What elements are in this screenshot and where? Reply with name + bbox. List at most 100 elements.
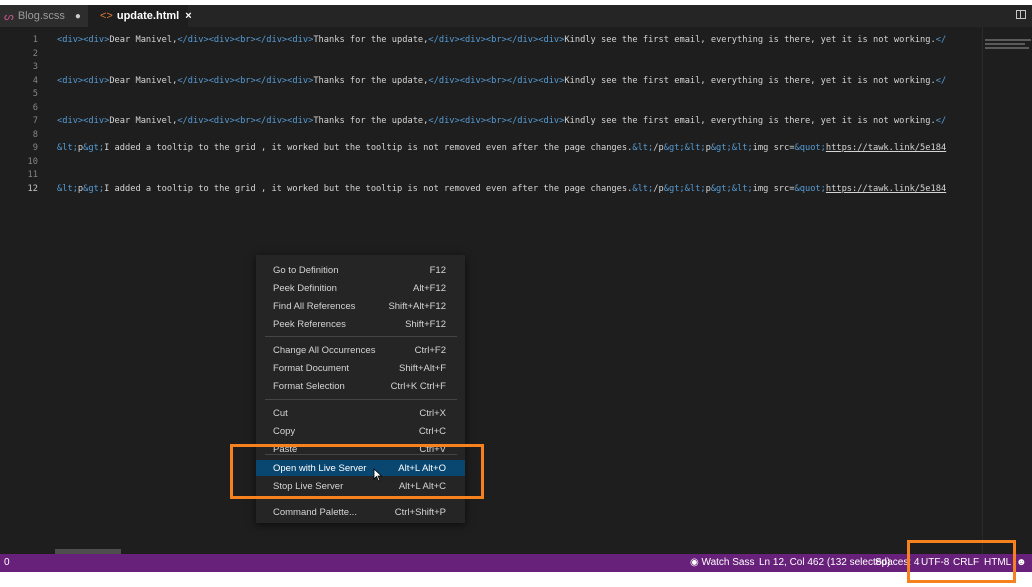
code-token: Thanks for the update, bbox=[313, 75, 429, 86]
code-token: &gt; bbox=[83, 183, 105, 194]
code-line[interactable]: 6 bbox=[0, 102, 982, 115]
code-line[interactable]: 2 bbox=[0, 48, 982, 61]
mouse-pointer-icon bbox=[373, 468, 383, 482]
line-code: &lt;p&gt;I added a tooltip to the grid ,… bbox=[57, 142, 946, 155]
menu-item-peek-references[interactable]: Peek References Shift+F12 bbox=[256, 316, 465, 332]
code-token: &lt; bbox=[57, 143, 78, 153]
menu-item-shortcut: Ctrl+F2 bbox=[414, 345, 446, 356]
code-token: Thanks for the update, bbox=[313, 116, 429, 126]
menu-item-label: Cut bbox=[273, 408, 288, 419]
line-number: 9 bbox=[32, 143, 38, 153]
code-token: </div><div><br></div><div> bbox=[428, 116, 565, 126]
menu-item-shortcut: Ctrl+X bbox=[419, 408, 446, 419]
tab-blog-scss[interactable]: ᔕ Blog.scss ● bbox=[0, 5, 88, 27]
eye-icon: ◉ bbox=[690, 557, 699, 568]
menu-item-format-selection[interactable]: Format Selection Ctrl+K Ctrl+F bbox=[256, 378, 465, 394]
menu-item-label: Copy bbox=[273, 426, 296, 437]
menu-item-label: Command Palette... bbox=[273, 507, 357, 518]
code-token: </div><div><br></div><div> bbox=[177, 116, 314, 126]
line-number: 6 bbox=[32, 102, 38, 113]
menu-item-cut[interactable]: Cut Ctrl+X bbox=[256, 405, 465, 421]
minimap-line bbox=[985, 43, 1025, 45]
minimap-line bbox=[985, 39, 1031, 41]
watch-sass-label: Watch Sass bbox=[701, 557, 755, 568]
line-number: 4 bbox=[32, 75, 38, 86]
menu-separator bbox=[265, 336, 457, 337]
menu-item-format-document[interactable]: Format Document Shift+Alt+F bbox=[256, 360, 465, 376]
menu-item-copy[interactable]: Copy Ctrl+C bbox=[256, 423, 465, 439]
menu-separator bbox=[265, 399, 457, 400]
tab-update-html[interactable]: <> update.html × bbox=[88, 5, 192, 27]
menu-item-find-all-references[interactable]: Find All References Shift+Alt+F12 bbox=[256, 298, 465, 314]
line-code: <div><div>Dear Manivel,</div><div><br></… bbox=[57, 115, 946, 128]
code-line[interactable]: 9 &lt;p&gt;I added a tooltip to the grid … bbox=[0, 142, 982, 155]
vscode-window: ᔕ Blog.scss ● <> update.html × 1 <div><di… bbox=[0, 5, 1032, 572]
code-token[interactable]: https://tawk.link/5e184 bbox=[826, 184, 946, 194]
code-token[interactable]: https://tawk.link/5e184 bbox=[826, 143, 946, 153]
tab-label: Blog.scss bbox=[17, 10, 65, 22]
minimap[interactable] bbox=[982, 27, 1032, 554]
menu-item-label: Peek Definition bbox=[273, 283, 337, 294]
code-token: </div><div><br></div><div> bbox=[428, 75, 565, 86]
code-token: </div><div><br></div><div> bbox=[428, 35, 565, 45]
menu-item-label: Peek References bbox=[273, 319, 346, 330]
line-number: 5 bbox=[32, 89, 38, 99]
cursor-position[interactable]: Ln 12, Col 462 (132 selected) bbox=[759, 557, 890, 568]
menu-item-label: Go to Definition bbox=[273, 265, 339, 276]
code-token: <div><div> bbox=[57, 35, 110, 45]
code-line[interactable]: 4 <div><div>Dear Manivel,</div><div><br><… bbox=[0, 75, 982, 88]
code-token: &gt;&lt; bbox=[663, 183, 706, 194]
status-bar: 0 ◉ Watch Sass Ln 12, Col 462 (132 selec… bbox=[0, 554, 1032, 572]
code-token: </div><div><br></div><div> bbox=[177, 35, 314, 45]
code-token: /p bbox=[653, 183, 664, 194]
code-token: Kindly see the first email, everything i… bbox=[564, 75, 936, 86]
menu-item-go-to-definition[interactable]: Go to Definition F12 bbox=[256, 262, 465, 278]
code-token: I added a tooltip to the grid , it worke… bbox=[104, 143, 633, 153]
code-line[interactable]: 11 bbox=[0, 169, 982, 182]
menu-item-shortcut: F12 bbox=[429, 265, 446, 276]
line-number: 12 bbox=[27, 183, 38, 194]
menu-item-peek-definition[interactable]: Peek Definition Alt+F12 bbox=[256, 280, 465, 296]
code-token: Kindly see the first email, everything i… bbox=[564, 35, 936, 45]
menu-item-shortcut: Alt+F12 bbox=[412, 283, 446, 294]
line-number: 1 bbox=[32, 35, 38, 45]
watch-sass-button[interactable]: ◉ Watch Sass bbox=[690, 557, 755, 568]
line-number: 2 bbox=[32, 48, 38, 59]
code-token: <div><div> bbox=[57, 75, 110, 86]
code-token: </div><div><br></div><div> bbox=[177, 75, 314, 86]
code-line[interactable]: 5 bbox=[0, 88, 982, 101]
code-token: </ bbox=[935, 75, 947, 86]
code-line[interactable]: 7 <div><div>Dear Manivel,</div><div><br><… bbox=[0, 115, 982, 128]
code-token: I added a tooltip to the grid , it worke… bbox=[104, 183, 633, 194]
line-code: <div><div>Dear Manivel,</div><div><br></… bbox=[57, 75, 946, 88]
line-number: 7 bbox=[32, 116, 38, 126]
menu-item-shortcut: Ctrl+C bbox=[418, 426, 446, 437]
status-highlight-box bbox=[907, 540, 1016, 583]
close-tab-icon[interactable]: × bbox=[185, 10, 191, 22]
menu-item-change-all-occurrences[interactable]: Change All Occurrences Ctrl+F2 bbox=[256, 342, 465, 358]
code-line[interactable]: 1 <div><div>Dear Manivel,</div><div><br><… bbox=[0, 34, 982, 47]
split-editor-icon[interactable] bbox=[1016, 10, 1026, 19]
code-editor[interactable]: 1 <div><div>Dear Manivel,</div><div><br><… bbox=[0, 27, 982, 554]
code-token: Dear Manivel, bbox=[109, 116, 178, 126]
sass-file-icon: ᔕ bbox=[4, 10, 14, 23]
menu-item-shortcut: Ctrl+K Ctrl+F bbox=[390, 381, 446, 392]
menu-item-label: Find All References bbox=[273, 301, 356, 312]
code-line[interactable]: 3 bbox=[0, 61, 982, 74]
minimap-line bbox=[985, 47, 1029, 49]
code-line[interactable]: 8 bbox=[0, 129, 982, 142]
status-left-text[interactable]: 0 bbox=[4, 557, 10, 568]
code-token: /p bbox=[653, 143, 664, 153]
menu-item-label: Format Document bbox=[273, 363, 350, 374]
code-token: Dear Manivel, bbox=[109, 75, 178, 86]
code-token: </ bbox=[935, 116, 947, 126]
code-token: &lt; bbox=[632, 183, 654, 194]
code-token: img src= bbox=[752, 143, 795, 153]
menu-item-label: Format Selection bbox=[273, 381, 345, 392]
smiley-icon[interactable]: ☻ bbox=[1016, 557, 1027, 568]
live-server-highlight-box bbox=[230, 444, 484, 499]
menu-item-command-palette[interactable]: Command Palette... Ctrl+Shift+P bbox=[256, 504, 465, 520]
unsaved-dot-icon[interactable]: ● bbox=[75, 11, 81, 22]
code-line[interactable]: 12 &lt;p&gt;I added a tooltip to the grid… bbox=[0, 183, 982, 196]
code-line[interactable]: 10 bbox=[0, 156, 982, 169]
